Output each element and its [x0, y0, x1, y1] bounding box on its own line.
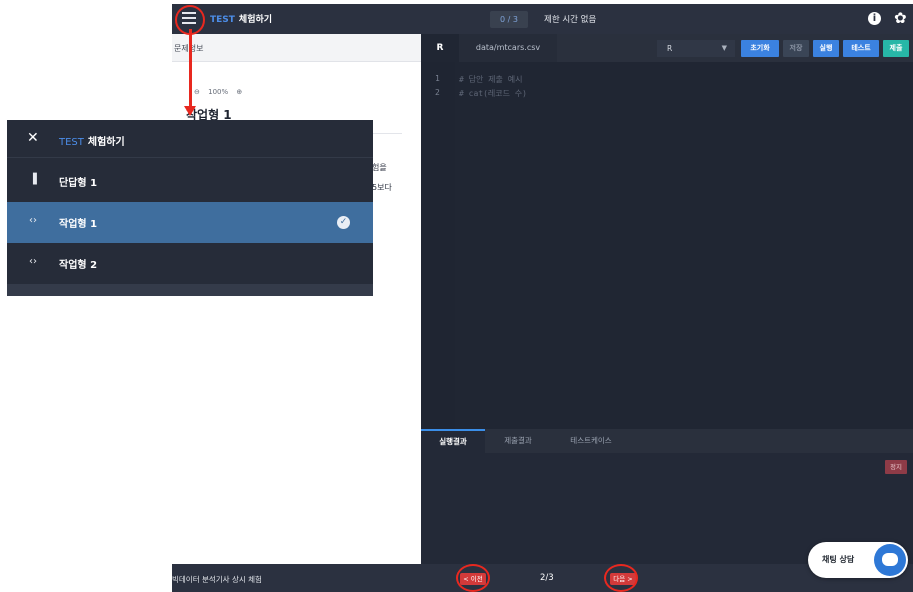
info-icon[interactable]: i [868, 12, 881, 25]
run-button[interactable]: 실행 [813, 40, 839, 57]
save-button[interactable]: 저장 [783, 40, 809, 57]
zoom-level: 100% [208, 88, 229, 96]
menu-item-short-answer-1[interactable]: ▐ 단답형 1 [7, 161, 373, 202]
chat-bubble-icon[interactable] [874, 544, 906, 576]
stop-button[interactable]: 정지 [885, 460, 907, 474]
tab-data-file[interactable]: data/mtcars.csv [459, 34, 557, 62]
line-gutter [421, 62, 455, 429]
tab-submit-result[interactable]: 제출결과 [485, 429, 551, 453]
problem-panel: 문제정보 ⊖ 100% ⊕ 작업형 1 험을 5보다 [172, 34, 421, 564]
zoom-out-icon[interactable]: ⊖ [194, 88, 200, 96]
line-number: 1 [435, 74, 440, 83]
menu-item-task-1[interactable]: ‹› 작업형 1 ✓ [7, 202, 373, 243]
code-line[interactable]: # cat(레코드 수) [459, 88, 527, 99]
time-limit-label: 제한 시간 없음 [544, 15, 597, 25]
chevron-down-icon: ▼ [721, 44, 727, 52]
gear-icon[interactable]: ✿ [894, 9, 907, 27]
menu-title: TEST 체험하기 [59, 133, 125, 148]
language-select-value: R [667, 44, 673, 53]
menu-item-label: 작업형 2 [59, 260, 98, 271]
editor-tabs: R data/mtcars.csv R ▼ 초기화 저장 실행 테스트 제출 [421, 34, 913, 62]
code-icon: ‹› [29, 215, 37, 226]
tab-testcase[interactable]: 테스트케이스 [551, 429, 631, 453]
document-icon: ▐ [29, 174, 37, 185]
annotation-circle-prev [456, 564, 490, 592]
page-indicator: 2/3 [540, 573, 554, 583]
code-editor: R data/mtcars.csv R ▼ 초기화 저장 실행 테스트 제출 1… [421, 34, 913, 429]
task-body-line: 험을 [372, 163, 387, 172]
menu-item-label: 단답형 1 [59, 178, 98, 189]
zoom-controls: ⊖ 100% ⊕ [194, 88, 248, 96]
task-body: 험을 5보다 [372, 158, 392, 198]
results-tabs: 실행결과 제출결과 테스트케이스 [421, 429, 913, 453]
menu-item-label: 작업형 1 [59, 219, 98, 230]
annotation-arrow [189, 29, 192, 107]
chat-label: 채팅 상담 [822, 555, 855, 564]
reset-button[interactable]: 초기화 [741, 40, 779, 57]
annotation-arrow-head [184, 106, 196, 116]
zoom-in-icon[interactable]: ⊕ [236, 88, 242, 96]
bottom-bar: 빅데이터 분석기사 상시 체험 < 이전 2/3 다음 > [172, 564, 913, 592]
question-counter: 0 / 3 [490, 11, 528, 28]
tab-problem-info[interactable]: 문제정보 [172, 34, 421, 62]
code-icon: ‹› [29, 256, 37, 267]
bubble-dots [885, 558, 895, 573]
exam-title: 빅데이터 분석기사 상시 체험 [172, 575, 262, 584]
brand-test: TEST [210, 15, 235, 25]
annotation-circle-next [604, 564, 638, 592]
task-body-line: 5보다 [372, 183, 392, 192]
top-bar: TEST 체험하기 0 / 3 제한 시간 없음 i ✿ [172, 4, 913, 34]
line-number: 2 [435, 88, 440, 97]
menu-title-name: 체험하기 [87, 137, 125, 148]
close-icon[interactable]: ✕ [27, 130, 39, 146]
brand-name: 체험하기 [238, 15, 273, 25]
code-line[interactable]: # 답안 제출 예시 [459, 74, 522, 85]
check-circle-icon: ✓ [337, 216, 350, 229]
language-select[interactable]: R ▼ [657, 40, 735, 57]
menu-item-task-2[interactable]: ‹› 작업형 2 [7, 243, 373, 284]
menu-header: ✕ TEST 체험하기 [7, 120, 373, 158]
tab-r-code[interactable]: R [421, 34, 459, 62]
question-menu: ✕ TEST 체험하기 ▐ 단답형 1 ‹› 작업형 1 ✓ ‹› 작업형 2 [7, 120, 373, 296]
tab-run-result[interactable]: 실행결과 [421, 429, 485, 453]
menu-title-test: TEST [59, 137, 84, 148]
submit-button[interactable]: 제출 [883, 40, 909, 57]
menu-footer [7, 284, 373, 296]
test-button[interactable]: 테스트 [843, 40, 879, 57]
chat-widget[interactable]: 채팅 상담 [808, 542, 908, 578]
brand-title: TEST 체험하기 [210, 12, 272, 25]
